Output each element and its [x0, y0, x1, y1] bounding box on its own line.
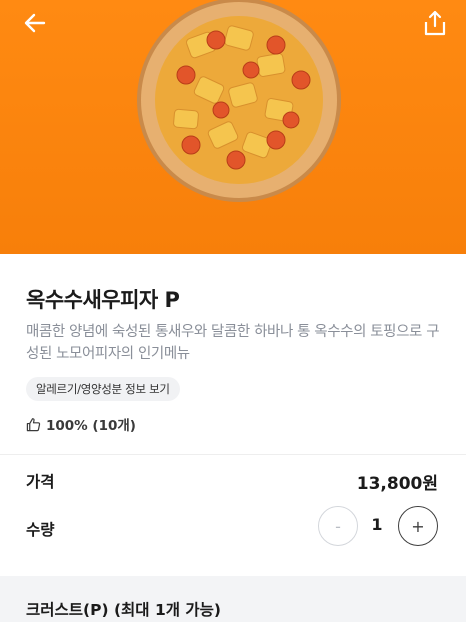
- back-button[interactable]: [18, 8, 52, 38]
- rating-row: 100% (10개): [26, 414, 136, 434]
- price-value: 13,800원: [356, 474, 438, 494]
- quantity-label: 수량: [26, 521, 55, 539]
- increase-quantity-button[interactable]: +: [398, 506, 438, 546]
- product-hero: [0, 0, 466, 254]
- product-title: 옥수수새우피자 P: [26, 288, 180, 312]
- share-button[interactable]: [418, 8, 452, 38]
- product-description: 매콤한 양념에 숙성된 통새우와 달콤한 하바나 통 옥수수의 토핑으로 구성된…: [26, 324, 440, 362]
- price-label: 가격: [26, 473, 55, 491]
- crust-option-section: 크러스트(P) (최대 1개 가능): [0, 576, 466, 622]
- divider: [0, 454, 466, 455]
- share-icon: [424, 10, 446, 36]
- allergy-info-chip[interactable]: 알레르기/영양성분 정보 보기: [26, 377, 180, 401]
- decrease-quantity-button[interactable]: -: [318, 506, 358, 546]
- quantity-value: 1: [371, 515, 383, 534]
- crust-option-title: 크러스트(P) (최대 1개 가능): [26, 601, 222, 619]
- rating-text: 100% (10개): [46, 418, 136, 434]
- arrow-left-icon: [24, 13, 46, 33]
- pizza-image: [137, 0, 341, 202]
- thumbs-up-icon: [26, 417, 41, 431]
